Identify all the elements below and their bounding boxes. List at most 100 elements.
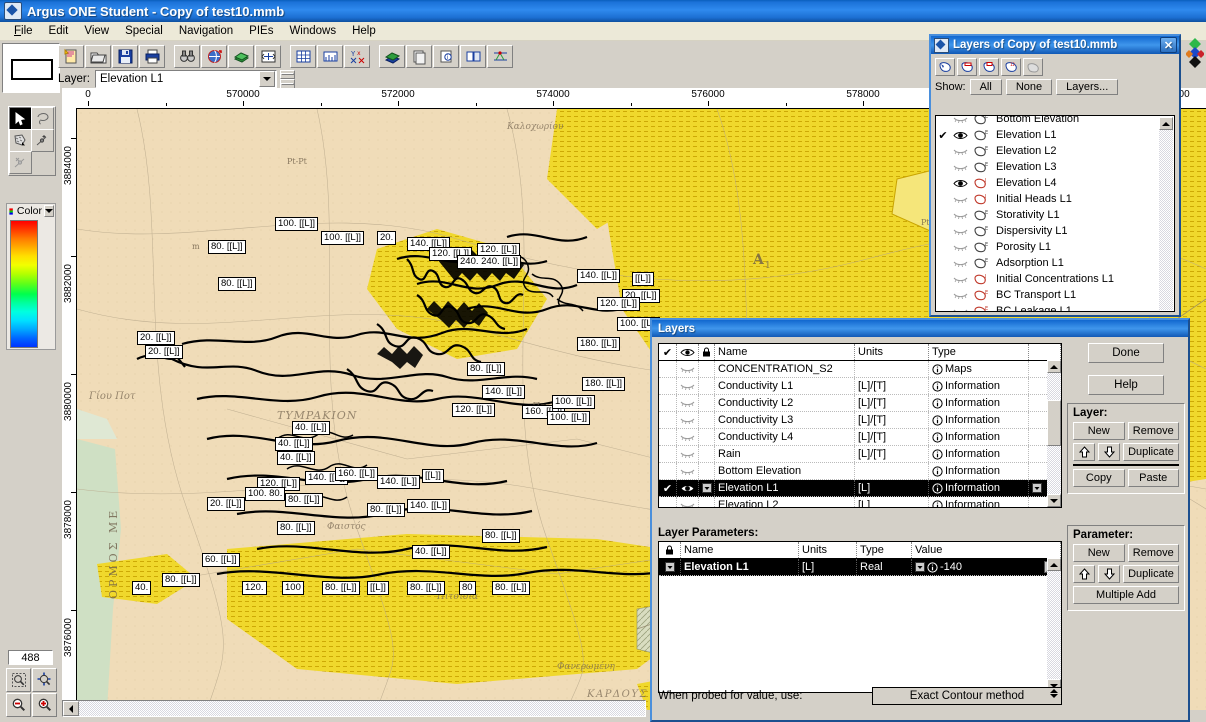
row-check-icon[interactable]	[659, 429, 677, 445]
contour-label[interactable]: 100. [[L]]	[321, 231, 364, 245]
contour-label[interactable]: 120. [[L]]	[597, 297, 640, 311]
contour-label[interactable]: 140. [[L]]	[407, 499, 450, 513]
show-all-button[interactable]: All	[969, 79, 1002, 95]
layers-stack-icon[interactable]	[379, 44, 405, 68]
pages-icon[interactable]	[406, 44, 432, 68]
layer-new-icon[interactable]	[935, 58, 955, 76]
layers-palette-row[interactable]: E Dispersivity L1	[936, 223, 1174, 239]
contour-label[interactable]: 100	[282, 581, 304, 595]
book-open-icon[interactable]	[460, 44, 486, 68]
row-visibility-icon[interactable]	[950, 212, 970, 219]
contour-label[interactable]: 180. [[L]]	[582, 377, 625, 391]
chevron-down-icon[interactable]	[258, 71, 275, 87]
layer-paste-button[interactable]: Paste	[1127, 469, 1179, 487]
row-check-icon[interactable]	[659, 497, 677, 507]
zoom-in-button[interactable]	[32, 693, 57, 717]
contour-label[interactable]: 80. [[L]]	[208, 240, 246, 254]
row-check-icon[interactable]	[659, 446, 677, 462]
contour-label[interactable]: 60. [[L]]	[202, 553, 240, 567]
grid-icon[interactable]	[290, 44, 316, 68]
print-icon[interactable]	[139, 44, 165, 68]
show-none-button[interactable]: None	[1005, 79, 1053, 95]
fit-to-window-icon[interactable]	[255, 44, 281, 68]
table-row[interactable]: ✔ Elevation L1 [L] Information	[659, 480, 1061, 497]
contour-label[interactable]: 140. [[L]]	[482, 385, 525, 399]
scroll-left-button[interactable]	[63, 701, 79, 716]
open-folder-icon[interactable]	[85, 44, 111, 68]
menu-file[interactable]: File	[6, 23, 41, 39]
math-icon[interactable]: Yx	[344, 44, 370, 68]
table-row[interactable]: CONCENTRATION_S2 Maps	[659, 361, 1061, 378]
menu-windows[interactable]: Windows	[281, 23, 344, 39]
parameter-move-up-button[interactable]	[1073, 565, 1095, 583]
parameter-move-down-button[interactable]	[1098, 565, 1120, 583]
row-lock-icon[interactable]	[699, 463, 715, 479]
layer-duplicate-button[interactable]: Duplicate	[1123, 443, 1179, 461]
lasso-tool[interactable]	[31, 107, 54, 130]
mesh-icon[interactable]	[487, 44, 513, 68]
layer-remove-button[interactable]: Remove	[1127, 422, 1179, 440]
table-row[interactable]: Conductivity L1 [L]/[T] Information	[659, 378, 1061, 395]
table-row[interactable]: Bottom Elevation Information	[659, 463, 1061, 480]
contour-label[interactable]: 40. [[L]]	[412, 545, 450, 559]
color-ramp[interactable]	[10, 220, 38, 348]
row-check-icon[interactable]	[659, 395, 677, 411]
layers-table[interactable]: ✔ Name Units Type CONCENTRATION_S2 Maps Co…	[658, 343, 1062, 508]
parameter-remove-button[interactable]: Remove	[1127, 544, 1179, 562]
layer-new-button[interactable]: New	[1073, 422, 1125, 440]
contour-label[interactable]: 80. [[L]]	[482, 529, 520, 543]
row-visibility-icon[interactable]	[677, 480, 699, 496]
row-visibility-icon[interactable]	[677, 463, 699, 479]
contour-label[interactable]: 40. [[L]]	[275, 437, 313, 451]
menu-help[interactable]: Help	[344, 23, 384, 39]
contour-label[interactable]: 100. [[L]]	[275, 217, 318, 231]
layers-palette-row[interactable]: E Storativity L1	[936, 207, 1174, 223]
row-visibility-icon[interactable]	[677, 395, 699, 411]
contour-label[interactable]: 20. [[L]]	[207, 497, 245, 511]
contour-label[interactable]: 80. [[L]]	[218, 277, 256, 291]
row-visibility-icon[interactable]	[677, 497, 699, 507]
row-check-icon[interactable]	[659, 412, 677, 428]
polygon-fill-tool[interactable]	[9, 129, 32, 152]
row-visibility-icon[interactable]	[950, 179, 970, 188]
row-visibility-icon[interactable]	[950, 276, 970, 283]
layers-palette-row[interactable]: I Elevation L4	[936, 175, 1174, 191]
contour-label[interactable]: 80. [[L]]	[162, 573, 200, 587]
layers-palette-row[interactable]: I Initial Concentrations L1	[936, 271, 1174, 287]
contour-label[interactable]: 40.	[132, 581, 152, 595]
row-visibility-icon[interactable]	[677, 378, 699, 394]
layers-palette-list[interactable]: E Bottom Elevation ✔ E Elevation L1 E Elevatio…	[935, 115, 1175, 312]
parameter-multiple-add-button[interactable]: Multiple Add	[1073, 586, 1179, 604]
contour-label[interactable]: 100. [[L]]	[552, 395, 595, 409]
contour-label[interactable]: 20.	[377, 231, 397, 245]
measure-icon[interactable]	[317, 44, 343, 68]
refresh-globe-icon[interactable]	[201, 44, 227, 68]
layers-palette-scrollbar[interactable]	[1159, 117, 1173, 310]
menu-edit[interactable]: Edit	[41, 23, 77, 39]
row-visibility-icon[interactable]	[950, 292, 970, 299]
contour-label[interactable]: 240. 240. [[L]]	[457, 255, 522, 269]
contour-label[interactable]: 140. [[L]]	[377, 475, 420, 489]
row-visibility-icon[interactable]	[950, 131, 970, 140]
row-lock-icon[interactable]	[699, 429, 715, 445]
menu-special[interactable]: Special	[117, 23, 171, 39]
zoom-value-field[interactable]: 488	[8, 650, 53, 665]
row-lock-icon[interactable]	[699, 412, 715, 428]
parameter-row[interactable]: Elevation L1[L]Real-140fx	[659, 559, 1061, 576]
table-row[interactable]: Rain [L]/[T] Information	[659, 446, 1061, 463]
new-document-icon[interactable]	[58, 44, 84, 68]
layer-blank-icon[interactable]	[1023, 58, 1043, 76]
layers-table-scrollbar[interactable]	[1047, 360, 1061, 507]
contour-label[interactable]: 80. [[L]]	[285, 493, 323, 507]
table-scroll-up-button[interactable]	[1047, 360, 1061, 373]
contour-label[interactable]: [[L]]	[422, 469, 444, 483]
help-button[interactable]: Help	[1088, 375, 1164, 395]
layer-data-icon[interactable]: 12	[1001, 58, 1021, 76]
row-visibility-icon[interactable]	[950, 228, 970, 235]
contour-label[interactable]: 180. [[L]]	[577, 337, 620, 351]
table-row[interactable]: Conductivity L2 [L]/[T] Information	[659, 395, 1061, 412]
row-lock-icon[interactable]	[699, 480, 715, 496]
contour-label[interactable]: 80. [[L]]	[277, 521, 315, 535]
table-row[interactable]: Conductivity L4 [L]/[T] Information	[659, 429, 1061, 446]
contour-label[interactable]: 140. [[L]]	[577, 269, 620, 283]
